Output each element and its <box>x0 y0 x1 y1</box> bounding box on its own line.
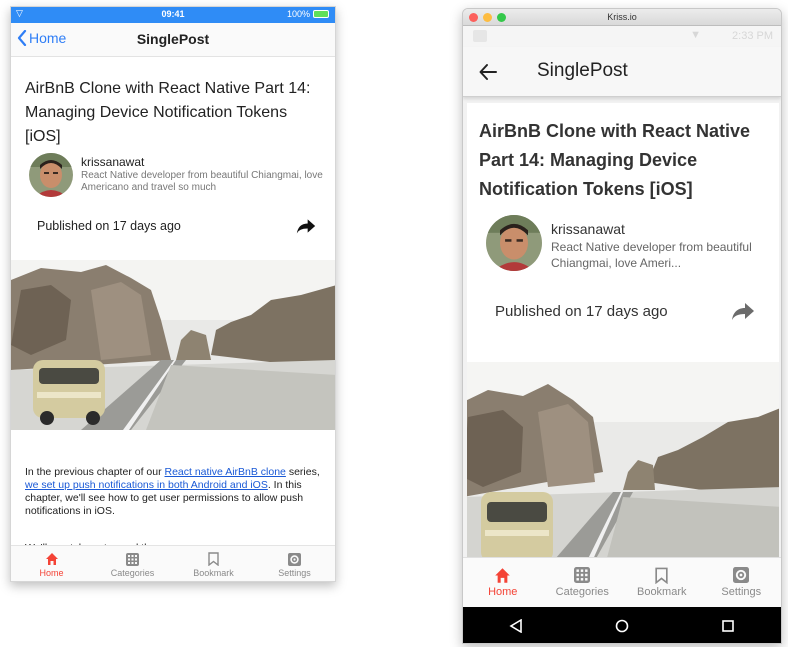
van <box>33 360 105 425</box>
android-emulator-window: Kriss.io ▼ 2:33 PM SinglePost AirBnB Clo… <box>462 8 782 644</box>
android-nav-bar <box>463 607 781 643</box>
hero-image <box>11 260 335 430</box>
gear-icon <box>288 550 301 568</box>
notification-icon <box>473 30 487 42</box>
home-icon <box>45 550 59 568</box>
author-avatar[interactable] <box>29 153 73 197</box>
home-circle-icon[interactable] <box>615 619 629 633</box>
battery-percent: 100% <box>286 9 310 19</box>
link-push-notifications[interactable]: we set up push notifications in both And… <box>25 479 268 491</box>
recents-square-icon[interactable] <box>721 619 735 633</box>
bookmark-icon <box>655 564 668 586</box>
tab-bookmark[interactable]: Bookmark <box>173 546 254 581</box>
nav-header: Home SinglePost <box>11 23 335 57</box>
post-title: AirBnB Clone with React Native Part 14: … <box>25 80 311 145</box>
signal-icon: ▼ <box>690 29 701 41</box>
back-triangle-icon[interactable] <box>509 619 523 633</box>
grid-icon <box>126 550 139 568</box>
author-name[interactable]: krissanawat <box>81 155 144 169</box>
published-date: Published on 17 days ago <box>495 303 668 320</box>
window-title: Kriss.io <box>607 12 637 22</box>
gear-icon <box>733 564 750 586</box>
tab-settings[interactable]: Settings <box>702 558 782 607</box>
close-window-button[interactable] <box>469 13 478 22</box>
author-name[interactable]: krissanawat <box>551 221 625 237</box>
post-paragraph: In the previous chapter of our React nat… <box>25 466 320 517</box>
window-titlebar: Kriss.io <box>463 9 781 26</box>
tab-home[interactable]: Home <box>11 546 92 581</box>
share-icon[interactable] <box>296 217 316 235</box>
back-arrow-icon[interactable] <box>479 63 497 81</box>
tab-bookmark[interactable]: Bookmark <box>622 558 702 607</box>
page-title: SinglePost <box>136 31 210 47</box>
post-card[interactable]: AirBnB Clone with React Native Part 14: … <box>467 103 779 573</box>
hero-image <box>467 362 779 573</box>
share-icon[interactable] <box>731 301 755 321</box>
tab-categories[interactable]: Categories <box>543 558 623 607</box>
ios-tab-bar: Home Categories Bookmark Settings <box>11 545 335 581</box>
page-title: SinglePost <box>537 60 628 81</box>
android-status-bar: ▼ 2:33 PM <box>463 26 781 47</box>
battery-icon <box>313 10 329 18</box>
status-time: 2:33 PM <box>732 30 773 42</box>
author-bio: React Native developer from beautiful Ch… <box>81 170 323 193</box>
android-tab-bar: Home Categories Bookmark Settings <box>463 557 781 607</box>
tab-categories[interactable]: Categories <box>92 546 173 581</box>
tab-settings[interactable]: Settings <box>254 546 335 581</box>
author-avatar[interactable] <box>486 215 542 271</box>
home-icon <box>494 564 511 586</box>
bookmark-icon <box>208 550 219 568</box>
ios-simulator: ▽ 09:41 100% Home SinglePost AirBnB Clon… <box>10 6 336 582</box>
link-airbnb-clone[interactable]: React native AirBnB clone <box>165 466 286 478</box>
ios-status-bar: ▽ 09:41 100% <box>11 7 335 23</box>
minimize-window-button[interactable] <box>483 13 492 22</box>
van <box>481 492 553 562</box>
post-content[interactable]: AirBnB Clone with React Native Part 14: … <box>11 57 335 552</box>
author-bio: React Native developer from beautiful Ch… <box>551 240 752 270</box>
app-bar: SinglePost <box>463 47 781 97</box>
grid-icon <box>574 564 591 586</box>
tab-home[interactable]: Home <box>463 558 543 607</box>
published-date: Published on 17 days ago <box>37 219 181 233</box>
post-title: AirBnB Clone with React Native Part 14: … <box>479 121 751 199</box>
zoom-window-button[interactable] <box>497 13 506 22</box>
